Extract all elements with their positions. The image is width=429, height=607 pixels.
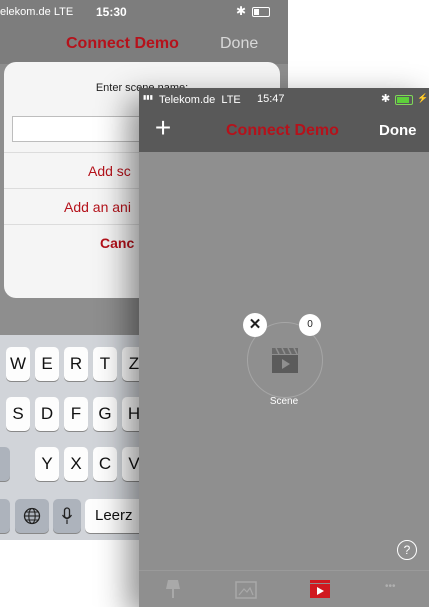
action-label: Add sc [88, 163, 131, 179]
key-f[interactable]: F [64, 397, 88, 431]
done-button[interactable]: Done [220, 35, 258, 53]
key-y[interactable]: Y [35, 447, 59, 481]
battery-icon [395, 95, 413, 105]
key-c[interactable]: C [93, 447, 117, 481]
add-button[interactable]: + [149, 114, 177, 142]
lamp-icon [166, 580, 180, 598]
action-label: Add an ani [64, 199, 131, 215]
key-g[interactable]: G [93, 397, 117, 431]
nav-bar: Connect Demo Done [0, 24, 288, 64]
globe-key[interactable] [15, 499, 49, 533]
app-title: Connect Demo [66, 35, 179, 52]
key-x[interactable]: X [64, 447, 88, 481]
scenes-area: ✕ 0 Scene ? [139, 152, 429, 570]
carrier-label: elekom.de LTE [0, 6, 74, 18]
action-label: Canc [100, 235, 135, 251]
tab-scenes[interactable] [309, 579, 331, 604]
scene-count-badge: 0 [299, 314, 321, 336]
foreground-screen: ▮▮▮ Telekom.de LTE 15:47 ✱ ⚡ + Connect D… [139, 88, 429, 607]
signal-icon: ▮▮▮ [143, 95, 153, 101]
tab-pictures[interactable] [235, 579, 257, 604]
scene-clapper-icon [310, 580, 330, 598]
bluetooth-icon: ✱ [381, 93, 391, 105]
key-s[interactable]: S [6, 397, 30, 431]
shift-key[interactable] [0, 447, 10, 481]
key-w[interactable]: W [6, 347, 30, 381]
tab-bar: ••• [139, 570, 429, 607]
scene-label: Scene [269, 396, 299, 407]
nav-bar: + Connect Demo Done [139, 110, 429, 152]
dictation-key[interactable] [53, 499, 81, 533]
globe-icon [23, 507, 41, 525]
picture-frame-icon [235, 581, 257, 599]
numbers-key[interactable] [0, 499, 10, 533]
microphone-icon [61, 507, 73, 524]
app-title: Connect Demo [226, 122, 339, 139]
bluetooth-icon: ✱ [236, 4, 247, 18]
more-dots-icon: ••• [385, 581, 396, 592]
scene-clapper-icon [272, 347, 298, 373]
battery-icon [252, 7, 270, 17]
key-t[interactable]: T [93, 347, 117, 381]
status-bar: elekom.de LTE 15:30 ✱ [0, 0, 288, 24]
charging-icon: ⚡ [417, 93, 429, 103]
key-d[interactable]: D [35, 397, 59, 431]
help-button[interactable]: ? [397, 540, 417, 560]
delete-scene-button[interactable]: ✕ [243, 313, 267, 337]
carrier-label: Telekom.de LTE [159, 94, 241, 106]
done-button[interactable]: Done [379, 122, 417, 139]
tab-more[interactable]: ••• [385, 581, 396, 592]
clock: 15:47 [257, 93, 285, 105]
tab-lamps[interactable] [165, 579, 181, 604]
key-e[interactable]: E [35, 347, 59, 381]
key-r[interactable]: R [64, 347, 88, 381]
status-bar: ▮▮▮ Telekom.de LTE 15:47 ✱ ⚡ [139, 88, 429, 110]
clock: 15:30 [96, 5, 127, 19]
